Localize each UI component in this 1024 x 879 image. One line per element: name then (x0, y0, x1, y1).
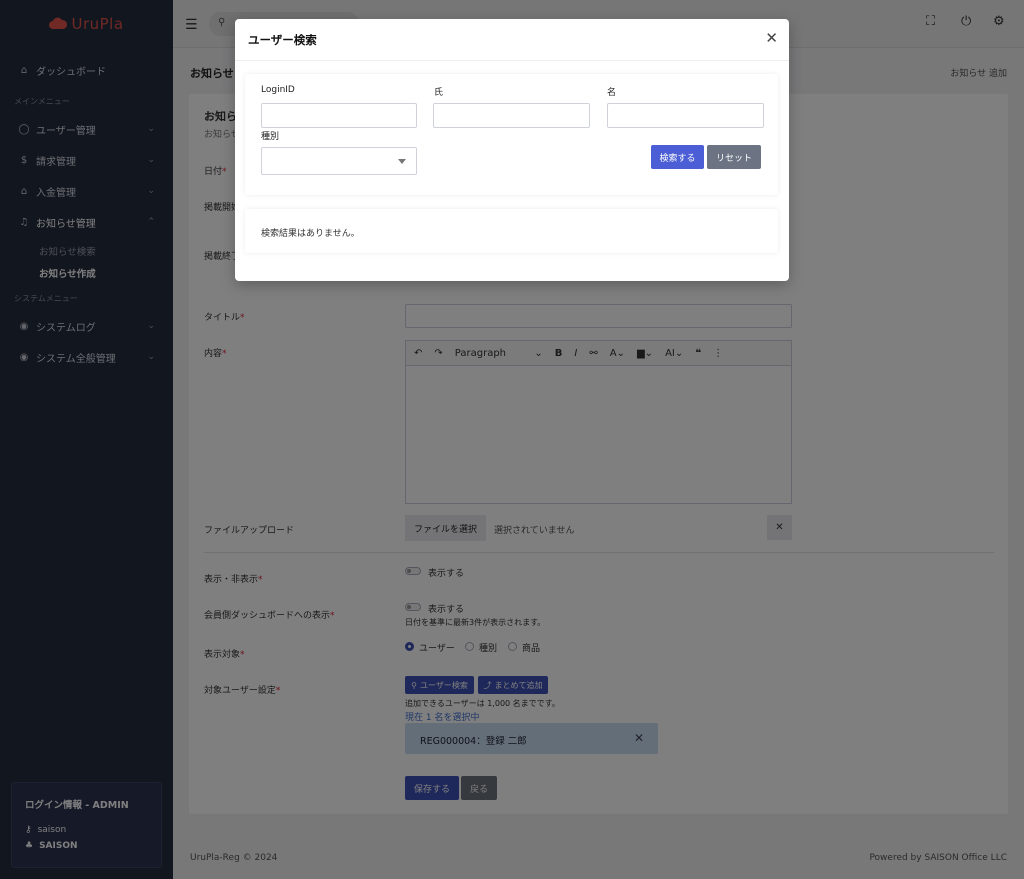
caret-down-icon (398, 159, 406, 164)
search-form-card (245, 74, 778, 195)
type-label: 種別 (261, 132, 280, 142)
modal-title: ユーザー検索 (248, 33, 317, 47)
close-icon[interactable]: ✕ (765, 31, 778, 46)
first-name-label: 名 (607, 88, 617, 98)
type-select[interactable] (261, 147, 417, 175)
last-name-label: 氏 (434, 88, 444, 98)
login-id-input[interactable] (261, 103, 417, 128)
no-results-message: 検索結果はありません。 (261, 229, 360, 239)
search-button[interactable]: 検索する (651, 145, 704, 169)
last-name-input[interactable] (433, 103, 590, 128)
reset-button[interactable]: リセット (707, 145, 761, 169)
search-results: 検索結果はありません。 (245, 209, 778, 253)
login-id-label: LoginID (261, 85, 295, 95)
modal-divider (235, 60, 789, 61)
user-search-modal: ユーザー検索 ✕ LoginID 氏 名 種別 検索する リセット 検索結果はあ… (235, 19, 789, 281)
first-name-input[interactable] (607, 103, 764, 128)
